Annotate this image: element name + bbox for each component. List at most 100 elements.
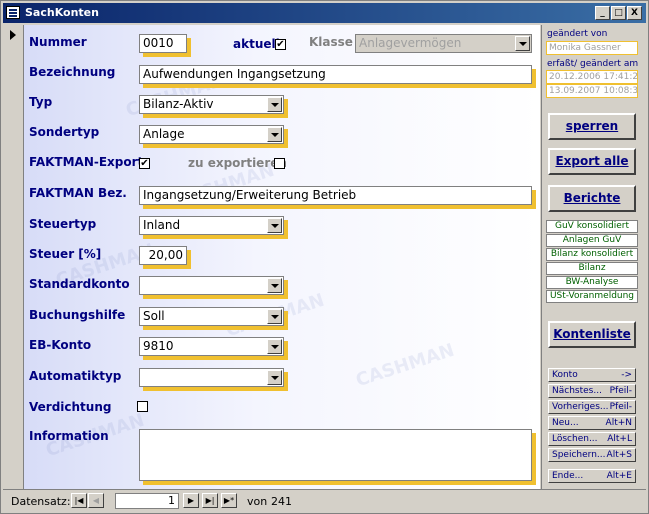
neu-button[interactable]: Neu... Alt+N: [548, 416, 636, 430]
zu-exportieren-label: zu exportieren: [188, 156, 287, 170]
standardkonto-dropdown-icon[interactable]: [267, 278, 282, 293]
faktman-bez-label: FAKTMAN Bez.: [29, 186, 127, 200]
report-bw-analyse[interactable]: BW-Analyse: [546, 276, 638, 289]
sondertyp-label: Sondertyp: [29, 125, 100, 139]
automatiktyp-combo[interactable]: [139, 368, 284, 387]
faktman-export-label: FAKTMAN-Export: [29, 155, 144, 169]
minimize-button[interactable]: _: [595, 6, 610, 20]
verdichtung-label: Verdichtung: [29, 400, 112, 414]
new-record-button[interactable]: ▶*: [221, 493, 237, 508]
geaendert-von-field: Monika Gassner: [546, 41, 638, 55]
bezeichnung-field[interactable]: Aufwendungen Ingangsetzung: [139, 65, 532, 84]
report-bilanz[interactable]: Bilanz: [546, 262, 638, 275]
aktuell-checkbox[interactable]: ✔: [275, 39, 286, 50]
standardkonto-combo[interactable]: [139, 276, 284, 295]
nummer-label: Nummer: [29, 35, 87, 49]
naechstes-key: Pfeil-: [609, 386, 632, 396]
title-bar[interactable]: SachKonten _ □ X: [3, 3, 646, 23]
klasse-value: Anlagevermögen: [359, 36, 462, 50]
nummer-field[interactable]: 0010: [139, 34, 187, 53]
steuertyp-dropdown-icon[interactable]: [267, 218, 282, 233]
faktman-bez-field[interactable]: Ingangsetzung/Erweiterung Betrieb: [139, 186, 532, 205]
sondertyp-dropdown-icon[interactable]: [267, 127, 282, 142]
information-field[interactable]: [139, 429, 532, 481]
steuer-label: Steuer [%]: [29, 247, 102, 261]
buchungshilfe-dropdown-icon[interactable]: [267, 309, 282, 324]
steuertyp-label: Steuertyp: [29, 217, 97, 231]
vorheriges-label: Vorheriges...: [552, 402, 609, 412]
watermark: CASHMAN: [353, 339, 457, 392]
neu-label: Neu...: [552, 418, 579, 428]
sperren-button[interactable]: sperren: [548, 113, 636, 140]
record-selector[interactable]: [3, 25, 24, 489]
last-record-button[interactable]: ▶|: [202, 493, 218, 508]
konto-key: ->: [621, 370, 632, 380]
geaendert-am-field: 13.09.2007 10:08:35: [546, 84, 638, 98]
report-anlagen-guv[interactable]: Anlagen GuV: [546, 234, 638, 247]
klasse-combo: Anlagevermögen: [355, 34, 532, 53]
naechstes-label: Nächstes...: [552, 386, 602, 396]
ende-key: Alt+E: [606, 471, 632, 481]
typ-combo[interactable]: Bilanz-Aktiv: [139, 95, 284, 114]
steuertyp-value: Inland: [143, 218, 181, 232]
konto-label: Konto: [552, 370, 578, 380]
steuertyp-combo[interactable]: Inland: [139, 216, 284, 235]
sachkonten-window: SachKonten _ □ X CASHMAN CASHMAN CASHMAN…: [0, 0, 649, 514]
kontenliste-button[interactable]: Kontenliste: [548, 321, 636, 348]
export-alle-button[interactable]: Export alle: [548, 148, 636, 175]
vorheriges-button[interactable]: Vorheriges... Pfeil-: [548, 400, 636, 414]
buchungshilfe-value: Soll: [143, 309, 165, 323]
verdichtung-checkbox[interactable]: [137, 401, 148, 412]
automatiktyp-dropdown-icon[interactable]: [267, 370, 282, 385]
typ-value: Bilanz-Aktiv: [143, 97, 214, 111]
form-icon: [6, 6, 20, 19]
aktuell-label: aktuell: [233, 37, 280, 51]
vorheriges-key: Pfeil-: [609, 402, 632, 412]
total-records: 241: [271, 495, 292, 508]
speichern-button[interactable]: Speichern... Alt+S: [548, 448, 636, 462]
current-record-arrow-icon: [10, 30, 16, 40]
buchungshilfe-combo[interactable]: Soll: [139, 307, 284, 326]
klasse-dropdown-icon: [515, 36, 530, 51]
buchungshilfe-label: Buchungshilfe: [29, 308, 126, 322]
window-title: SachKonten: [25, 6, 99, 19]
standardkonto-label: Standardkonto: [29, 277, 130, 291]
konto-button[interactable]: Konto ->: [548, 368, 636, 382]
previous-record-button[interactable]: ◀: [88, 493, 104, 508]
report-guv-konsolidiert[interactable]: GuV konsolidiert: [546, 220, 638, 233]
berichte-button[interactable]: Berichte: [548, 185, 636, 212]
steuer-field[interactable]: 20,00: [139, 246, 187, 265]
automatiktyp-label: Automatiktyp: [29, 369, 122, 383]
typ-dropdown-icon[interactable]: [267, 97, 282, 112]
loeschen-key: Alt+L: [607, 434, 632, 444]
side-panel: geändert von Monika Gassner erfaßt/ geän…: [541, 25, 647, 489]
faktman-export-checkbox[interactable]: ✔: [139, 158, 150, 169]
typ-label: Typ: [29, 95, 53, 109]
account-form: CASHMAN CASHMAN CASHMAN CASHMAN CASHMAN …: [24, 25, 540, 489]
ende-label: Ende...: [552, 471, 584, 481]
ende-button[interactable]: Ende... Alt+E: [548, 469, 636, 483]
zu-exportieren-checkbox[interactable]: [274, 158, 285, 169]
eb-konto-combo[interactable]: 9810: [139, 337, 284, 356]
eb-konto-value: 9810: [143, 339, 174, 353]
eb-konto-label: EB-Konto: [29, 338, 92, 352]
erfasst-am-field: 20.12.2006 17:41:24: [546, 70, 638, 84]
loeschen-button[interactable]: Löschen... Alt+L: [548, 432, 636, 446]
information-label: Information: [29, 429, 109, 443]
von-label: von: [247, 495, 268, 508]
speichern-label: Speichern...: [552, 450, 606, 460]
eb-konto-dropdown-icon[interactable]: [267, 339, 282, 354]
geaendert-von-label: geändert von: [547, 29, 608, 39]
maximize-button[interactable]: □: [611, 6, 626, 20]
close-button[interactable]: X: [627, 6, 642, 20]
next-record-button[interactable]: ▶: [183, 493, 199, 508]
report-ust-voranmeldung[interactable]: USt-Voranmeldung: [546, 290, 638, 303]
klasse-label: Klasse: [309, 35, 353, 49]
datensatz-label: Datensatz:: [11, 495, 71, 508]
sondertyp-combo[interactable]: Anlage: [139, 125, 284, 144]
first-record-button[interactable]: |◀: [71, 493, 87, 508]
record-number-input[interactable]: 1: [115, 493, 179, 509]
naechstes-button[interactable]: Nächstes... Pfeil-: [548, 384, 636, 398]
speichern-key: Alt+S: [606, 450, 632, 460]
report-bilanz-konsolidiert[interactable]: Bilanz konsolidiert: [546, 248, 638, 261]
